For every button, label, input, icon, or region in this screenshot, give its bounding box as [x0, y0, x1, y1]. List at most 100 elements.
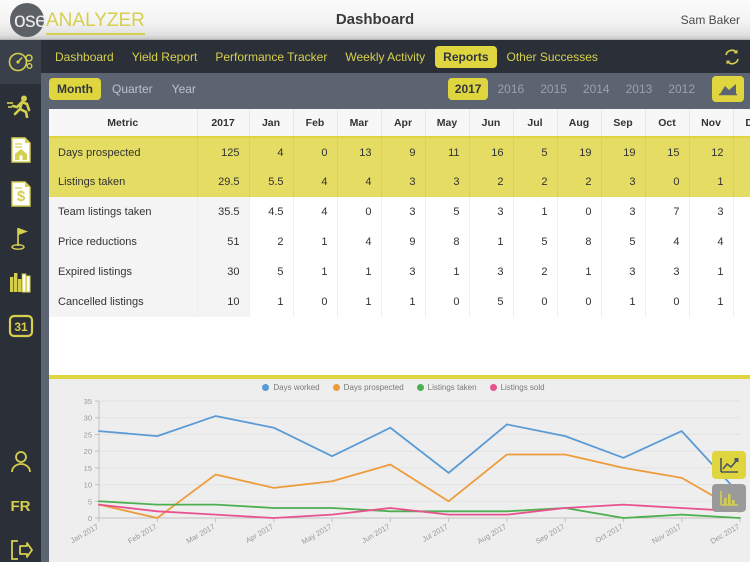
table-cell-month: 12	[689, 137, 734, 167]
sidebar-item-goals[interactable]	[0, 216, 41, 260]
table-cell-month: 1	[293, 227, 338, 257]
sidebar-item-dashboard[interactable]	[0, 40, 41, 84]
table-row[interactable]: Team listings taken35.54.540353103732	[49, 197, 750, 227]
x-tick-label: Nov 2017	[650, 522, 682, 546]
table-row[interactable]: Days prospected1254013911165191915122	[49, 137, 750, 167]
table-cell-metric: Team listings taken	[49, 197, 198, 227]
legend-label: Days worked	[273, 383, 320, 392]
x-tick-label: Aug 2017	[476, 522, 508, 546]
th-apr[interactable]: Apr	[381, 109, 426, 138]
sidebar-item-activity[interactable]	[0, 84, 41, 128]
period-month[interactable]: Month	[49, 78, 101, 100]
year-2013[interactable]: 2013	[619, 78, 660, 100]
nav-item-weekly-activity[interactable]: Weekly Activity	[337, 46, 433, 68]
year-2012[interactable]: 2012	[661, 78, 702, 100]
house-document-icon	[10, 137, 31, 163]
runner-icon	[6, 95, 30, 118]
table-row[interactable]: Listings taken29.55.544332223010	[49, 167, 750, 197]
th-jul[interactable]: Jul	[513, 109, 558, 138]
sidebar-item-logout[interactable]	[0, 528, 41, 562]
period-year[interactable]: Year	[164, 78, 204, 100]
user-icon	[10, 451, 31, 473]
table-cell-month: 3	[381, 257, 426, 287]
th-metric[interactable]: Metric	[49, 109, 198, 138]
th-dec[interactable]: Dec	[733, 109, 750, 138]
chart-type-bar-button[interactable]	[712, 484, 746, 512]
line-chart-svg: 0 5 10 15 20 25 30 35 Jan 2017 Feb 2017 Mar 2017 Ap…	[69, 397, 741, 546]
table-cell-month: 13	[337, 137, 382, 167]
sidebar-item-finances[interactable]: $	[0, 172, 41, 216]
legend-item[interactable]: Listings taken	[416, 383, 477, 392]
period-selector: Month Quarter Year	[49, 78, 207, 100]
y-tick-label: 35	[84, 397, 92, 406]
table-cell-month: 4	[337, 167, 382, 197]
refresh-button[interactable]	[722, 47, 742, 67]
th-sep[interactable]: Sep	[601, 109, 646, 138]
th-may[interactable]: May	[425, 109, 470, 138]
period-quarter[interactable]: Quarter	[104, 78, 161, 100]
y-tick-label: 0	[88, 514, 92, 523]
th-feb[interactable]: Feb	[293, 109, 338, 138]
sidebar-item-listings[interactable]	[0, 128, 41, 172]
chart-view-button[interactable]	[712, 76, 744, 102]
legend-color-dot	[489, 384, 497, 391]
line-chart-icon	[720, 457, 739, 473]
table-cell-month: 0	[293, 287, 338, 317]
th-jan[interactable]: Jan	[249, 109, 294, 138]
table-cell-month: 3	[381, 197, 426, 227]
table-cell-month: 0	[733, 227, 750, 257]
sidebar-item-profile[interactable]	[0, 440, 41, 484]
nav-item-other-successes[interactable]: Other Successes	[499, 46, 606, 68]
legend-item[interactable]: Listings sold	[489, 383, 545, 392]
th-oct[interactable]: Oct	[645, 109, 690, 138]
nav-item-yield-report[interactable]: Yield Report	[124, 46, 206, 68]
table-cell-month: 6	[733, 257, 750, 287]
table-row[interactable]: Price reductions51214981585440	[49, 227, 750, 257]
x-tick-label: Jan 2017	[69, 522, 100, 545]
table-cell-month: 15	[645, 137, 690, 167]
table-cell-month: 0	[645, 167, 690, 197]
table-body: Days prospected1254013911165191915122Lis…	[49, 137, 750, 317]
th-jun[interactable]: Jun	[469, 109, 514, 138]
table-row[interactable]: Cancelled listings10101105001010	[49, 287, 750, 317]
books-icon	[9, 273, 30, 293]
table-cell-month: 5	[469, 287, 514, 317]
nav-item-performance-tracker[interactable]: Performance Tracker	[207, 46, 335, 68]
user-name-label[interactable]: Sam Baker	[681, 13, 740, 27]
nav-item-dashboard[interactable]: Dashboard	[47, 46, 122, 68]
sidebar-item-reports[interactable]	[0, 260, 41, 304]
sidebar-item-language[interactable]: FR	[0, 484, 41, 528]
year-2015[interactable]: 2015	[533, 78, 574, 100]
year-2017[interactable]: 2017	[447, 78, 489, 100]
th-mar[interactable]: Mar	[337, 109, 382, 138]
table-cell-month: 1	[689, 287, 734, 317]
table-cell-month: 2	[249, 227, 294, 257]
area-chart-icon	[719, 84, 737, 96]
table-cell-metric: Cancelled listings	[49, 287, 198, 317]
y-tick-label: 5	[88, 497, 92, 506]
table-cell-month: 5	[601, 227, 646, 257]
table-cell-month: 3	[469, 257, 514, 287]
table-cell-month: 1	[689, 167, 734, 197]
table-row[interactable]: Expired listings30511313213316	[49, 257, 750, 287]
table-cell-month: 0	[425, 287, 470, 317]
metrics-table[interactable]: Metric 2017 Jan Feb Mar Apr May Jun Jul …	[49, 109, 750, 375]
year-2016[interactable]: 2016	[490, 78, 531, 100]
table-cell-month: 0	[293, 137, 338, 167]
legend-color-dot	[262, 384, 270, 391]
legend-item[interactable]: Days prospected	[332, 383, 404, 392]
legend-item[interactable]: Days worked	[262, 383, 320, 392]
th-aug[interactable]: Aug	[557, 109, 602, 138]
chart-type-line-button[interactable]	[712, 451, 746, 479]
svg-text:$: $	[16, 188, 25, 205]
metrics-table-element: Metric 2017 Jan Feb Mar Apr May Jun Jul …	[49, 109, 750, 317]
nav-item-reports[interactable]: Reports	[435, 45, 497, 68]
table-cell-month: 4	[293, 197, 338, 227]
table-cell-month: 11	[425, 137, 470, 167]
th-nov[interactable]: Nov	[689, 109, 734, 138]
year-2014[interactable]: 2014	[576, 78, 617, 100]
table-cell-month: 3	[689, 197, 734, 227]
sidebar-item-calendar[interactable]: 31	[0, 304, 41, 348]
th-2017[interactable]: 2017	[197, 109, 250, 138]
table-cell-metric: Expired listings	[49, 257, 198, 287]
